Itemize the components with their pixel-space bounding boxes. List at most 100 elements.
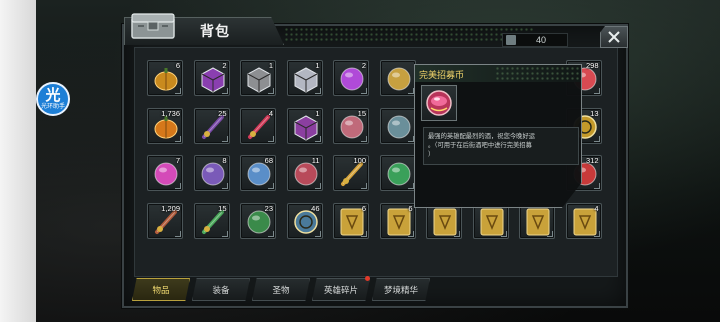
- tab-dream-essence[interactable]: 梦境精华: [372, 278, 430, 301]
- item-quantity: 68: [264, 156, 273, 165]
- item-quantity: 312: [585, 156, 599, 165]
- tab-label: 圣物: [272, 285, 290, 296]
- item-tooltip: 完美招募币 最强的英雄配最烈的酒，祝您今晚好运 。（可用于在后街酒吧中进行完美招…: [414, 64, 582, 208]
- item-quantity: 2: [222, 61, 227, 70]
- inventory-slot[interactable]: 100: [333, 155, 369, 191]
- tooltip-desc-line3: ）: [428, 151, 435, 158]
- left-edge-overlay: [0, 0, 36, 322]
- slot-corner-decoration: [175, 183, 181, 189]
- slot-corner-decoration: [361, 183, 367, 189]
- slot-corner-decoration: [268, 135, 274, 142]
- inventory-slot[interactable]: 46: [286, 202, 323, 239]
- inventory-slot[interactable]: 8: [193, 155, 230, 191]
- tab-hero-shards[interactable]: 英雄碎片: [312, 278, 370, 301]
- inventory-slot[interactable]: 23: [240, 202, 276, 239]
- item-quantity: 23: [264, 203, 273, 213]
- item-quantity: 1: [268, 61, 273, 70]
- slot-corner-decoration: [221, 230, 228, 237]
- inventory-slot[interactable]: 15: [333, 107, 369, 144]
- item-quantity: 2: [361, 61, 366, 70]
- tooltip-description: 最强的英雄配最烈的酒，祝您今晚好运 。（可用于在后街酒吧中进行完美招募 ）: [423, 127, 579, 165]
- inventory-slot[interactable]: 1: [240, 60, 276, 96]
- slot-corner-decoration: [593, 230, 600, 237]
- slot-corner-decoration: [175, 135, 181, 142]
- inventory-slot[interactable]: 4: [565, 202, 602, 239]
- inventory-slot[interactable]: 25: [193, 107, 230, 144]
- tab-label: 物品: [152, 285, 170, 296]
- inventory-slot[interactable]: 2: [193, 60, 230, 96]
- inventory-slot[interactable]: 1: [286, 107, 323, 144]
- item-quantity: 100: [353, 156, 366, 165]
- slot-corner-decoration: [407, 135, 414, 142]
- tab-relics[interactable]: 圣物: [252, 278, 310, 301]
- recruit-coin-icon: [421, 85, 457, 121]
- tab-items[interactable]: 物品: [132, 278, 190, 301]
- item-quantity: 4: [594, 203, 599, 213]
- item-quantity: 6: [175, 61, 180, 70]
- item-quantity: 13: [590, 108, 599, 118]
- capacity-counter: 40: [502, 33, 568, 47]
- item-quantity: 46: [311, 203, 320, 213]
- tooltip-desc-line2: 。（可用于在后街酒吧中进行完美招募: [428, 142, 532, 149]
- inventory-slot[interactable]: 1: [286, 60, 323, 96]
- title-decoration: [284, 27, 534, 41]
- item-quantity: 25: [218, 108, 227, 118]
- panel-title: 背包: [200, 23, 230, 39]
- inventory-slot[interactable]: [379, 60, 416, 96]
- slot-corner-decoration: [361, 88, 367, 94]
- slot-corner-decoration: [361, 135, 367, 142]
- inventory-slot[interactable]: 2: [333, 60, 369, 96]
- capacity-value: 40: [536, 35, 547, 45]
- item-quantity: 7: [175, 156, 180, 165]
- item-quantity: 11: [311, 156, 320, 165]
- slot-corner-decoration: [175, 230, 181, 237]
- inventory-slot[interactable]: 4: [240, 107, 276, 144]
- item-quantity: 15: [218, 203, 227, 213]
- slot-corner-decoration: [454, 230, 460, 237]
- tab-equipment[interactable]: 装备: [192, 278, 250, 301]
- slot-corner-decoration: [593, 88, 600, 94]
- slot-corner-decoration: [268, 230, 274, 237]
- backpack-chest-icon: [131, 13, 175, 39]
- item-quantity: 8: [222, 156, 227, 165]
- inventory-slot[interactable]: 11: [286, 155, 323, 191]
- slot-corner-decoration: [221, 88, 228, 94]
- item-quantity: 6: [361, 203, 366, 213]
- tab-label: 梦境精华: [383, 285, 418, 296]
- item-quantity: 1,209: [161, 203, 180, 213]
- inventory-slot[interactable]: 6: [333, 202, 369, 239]
- assistant-badge-caption: 光环助手: [40, 103, 65, 110]
- inventory-slot[interactable]: 1,209: [147, 202, 183, 239]
- slot-corner-decoration: [314, 183, 321, 189]
- inventory-slot[interactable]: 6: [147, 60, 183, 96]
- item-quantity: 1: [315, 108, 320, 118]
- tab-label: 英雄碎片: [323, 285, 358, 296]
- slot-corner-decoration: [361, 230, 367, 237]
- close-icon: [608, 31, 620, 43]
- slot-corner-decoration: [221, 135, 228, 142]
- tooltip-desc-line1: 最强的英雄配最烈的酒，祝您今晚好运: [428, 133, 536, 140]
- inventory-slot[interactable]: 1,736: [147, 107, 183, 144]
- assistant-badge[interactable]: 光 光环助手: [36, 82, 70, 116]
- slot-corner-decoration: [407, 230, 414, 237]
- item-quantity: 6: [408, 203, 413, 213]
- inventory-slot[interactable]: 68: [240, 155, 276, 191]
- tooltip-title: 完美招募币: [419, 70, 465, 80]
- slot-corner-decoration: [407, 183, 414, 189]
- tab-label: 装备: [212, 285, 230, 296]
- inventory-slot[interactable]: [379, 107, 416, 144]
- slot-corner-decoration: [221, 183, 228, 189]
- slot-corner-decoration: [500, 230, 507, 237]
- inventory-slot[interactable]: 7: [147, 155, 183, 191]
- item-quantity: 15: [357, 108, 366, 118]
- item-quantity: 298: [585, 61, 599, 70]
- close-button[interactable]: [600, 26, 628, 48]
- item-quantity: 1,736: [161, 108, 180, 118]
- inventory-slot[interactable]: [379, 155, 416, 191]
- tab-notification-dot: [365, 276, 370, 281]
- inventory-slot[interactable]: 15: [193, 202, 230, 239]
- item-quantity: 1: [315, 61, 320, 70]
- slot-corner-decoration: [175, 88, 181, 94]
- bag-capacity-icon: [506, 35, 516, 45]
- inventory-slot[interactable]: 6: [379, 202, 416, 239]
